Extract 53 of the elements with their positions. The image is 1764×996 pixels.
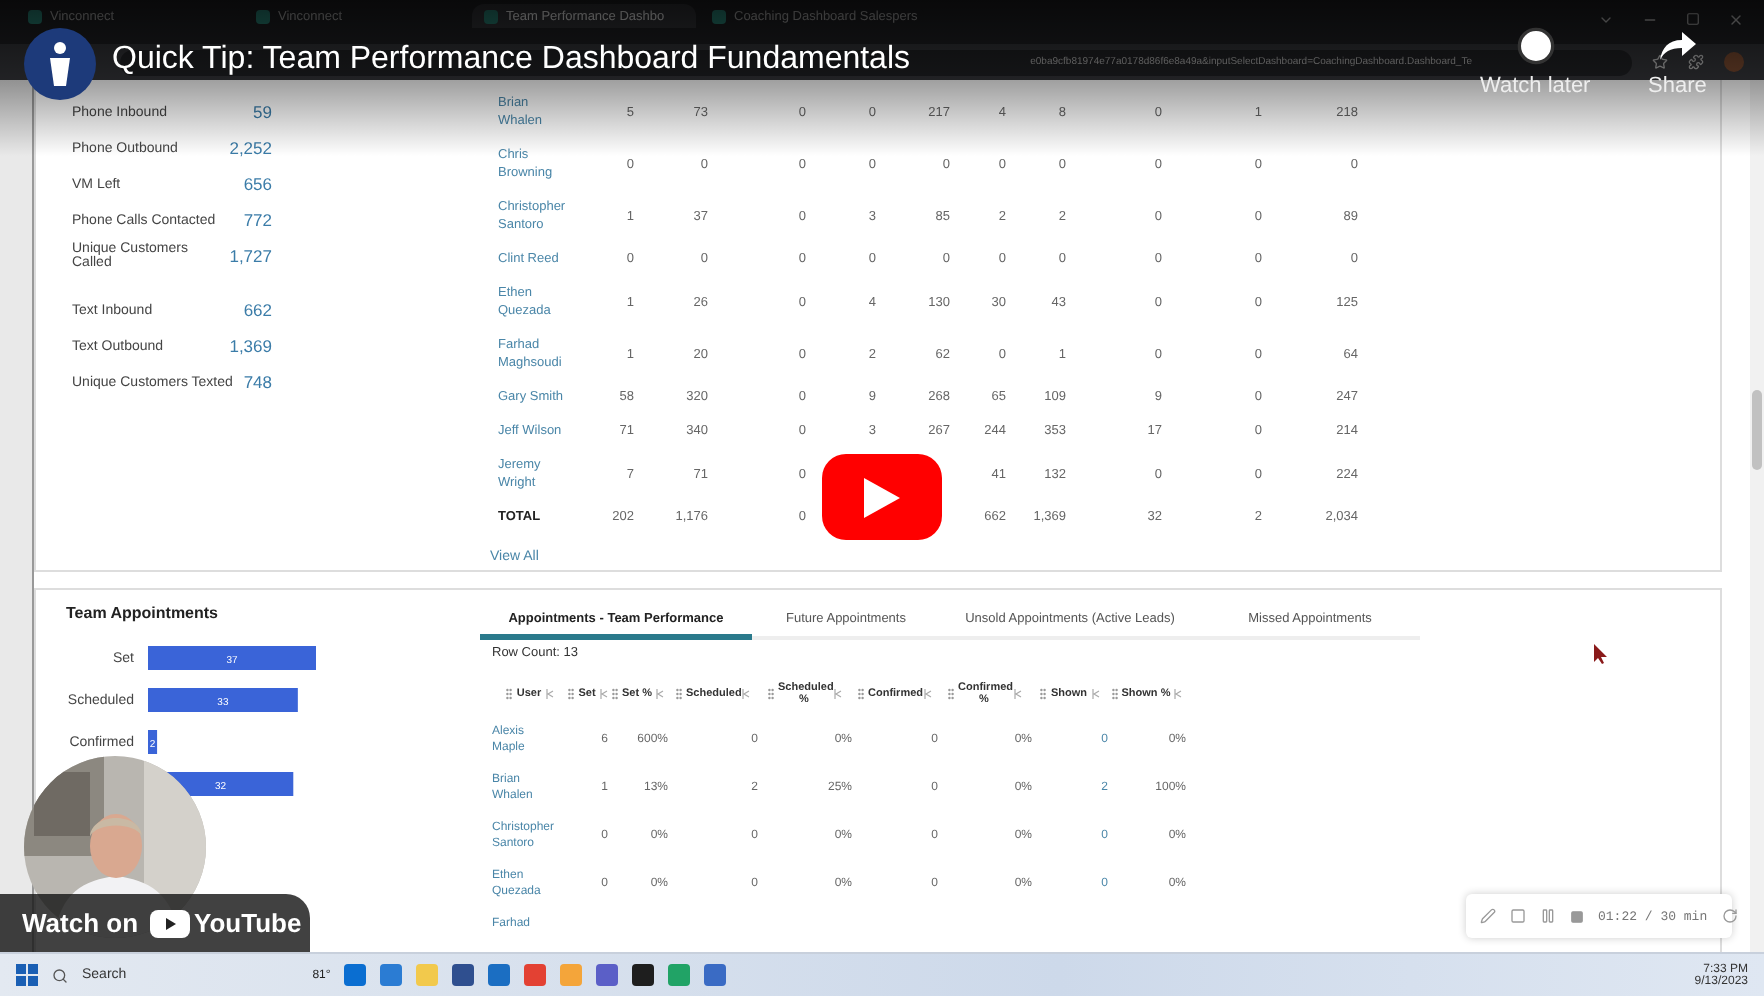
sort-icon[interactable] (742, 688, 750, 700)
share-icon (1657, 30, 1698, 62)
grip-icon[interactable] (858, 688, 864, 700)
start-icon[interactable] (16, 964, 38, 986)
metric-value: 656 (243, 174, 272, 194)
grip-icon[interactable] (1111, 688, 1118, 700)
sort-icon[interactable] (655, 688, 664, 700)
sort-icon[interactable] (599, 688, 608, 700)
scrollbar[interactable] (1750, 80, 1764, 952)
grip-icon[interactable] (568, 688, 575, 700)
sort-icon[interactable] (834, 688, 842, 700)
stop-icon[interactable] (1570, 909, 1584, 923)
metric-value: 1,727 (229, 246, 272, 266)
pen-icon[interactable] (1480, 908, 1496, 924)
youtube-logo-icon (150, 909, 191, 937)
search-icon[interactable] (52, 967, 68, 983)
star-icon[interactable] (1652, 54, 1668, 70)
metric-value: 748 (243, 372, 272, 392)
app-icon[interactable] (452, 964, 475, 986)
cursor-icon (1594, 644, 1608, 664)
maximize-icon[interactable] (1686, 11, 1700, 25)
grip-icon[interactable] (948, 688, 954, 700)
sort-icon[interactable] (1091, 688, 1100, 700)
metric-value: 1,369 (229, 336, 272, 356)
play-button[interactable] (822, 454, 942, 540)
square-icon[interactable] (1510, 908, 1526, 924)
close-icon[interactable] (1728, 11, 1744, 27)
pause-icon[interactable] (1540, 908, 1556, 924)
favicon-icon (484, 9, 498, 23)
grip-icon[interactable] (1040, 688, 1047, 700)
refresh-icon[interactable] (1721, 908, 1738, 924)
metric-value: 59 (253, 102, 272, 122)
watch-on-youtube-link[interactable]: Watch on YouTube (0, 894, 310, 952)
metric-value: 2,252 (229, 138, 272, 158)
card-title: Team Appointments (66, 604, 221, 622)
sort-icon[interactable] (1174, 688, 1183, 700)
play-icon (864, 477, 900, 517)
person-icon (44, 40, 76, 88)
app-icon[interactable] (632, 964, 655, 986)
favicon-icon (712, 9, 726, 23)
favicon-icon (256, 9, 270, 23)
metric-value: 772 (243, 210, 272, 230)
grip-icon[interactable] (506, 688, 513, 700)
grip-icon[interactable] (612, 688, 618, 700)
favicon-icon (28, 9, 42, 23)
sort-icon[interactable] (924, 688, 932, 700)
grip-icon[interactable] (768, 688, 774, 700)
metric-value: 662 (243, 300, 272, 320)
puzzle-icon[interactable] (1688, 54, 1704, 70)
sort-icon[interactable] (545, 688, 554, 700)
grip-icon[interactable] (676, 688, 682, 700)
bar (148, 730, 158, 754)
sort-icon[interactable] (1014, 688, 1022, 700)
